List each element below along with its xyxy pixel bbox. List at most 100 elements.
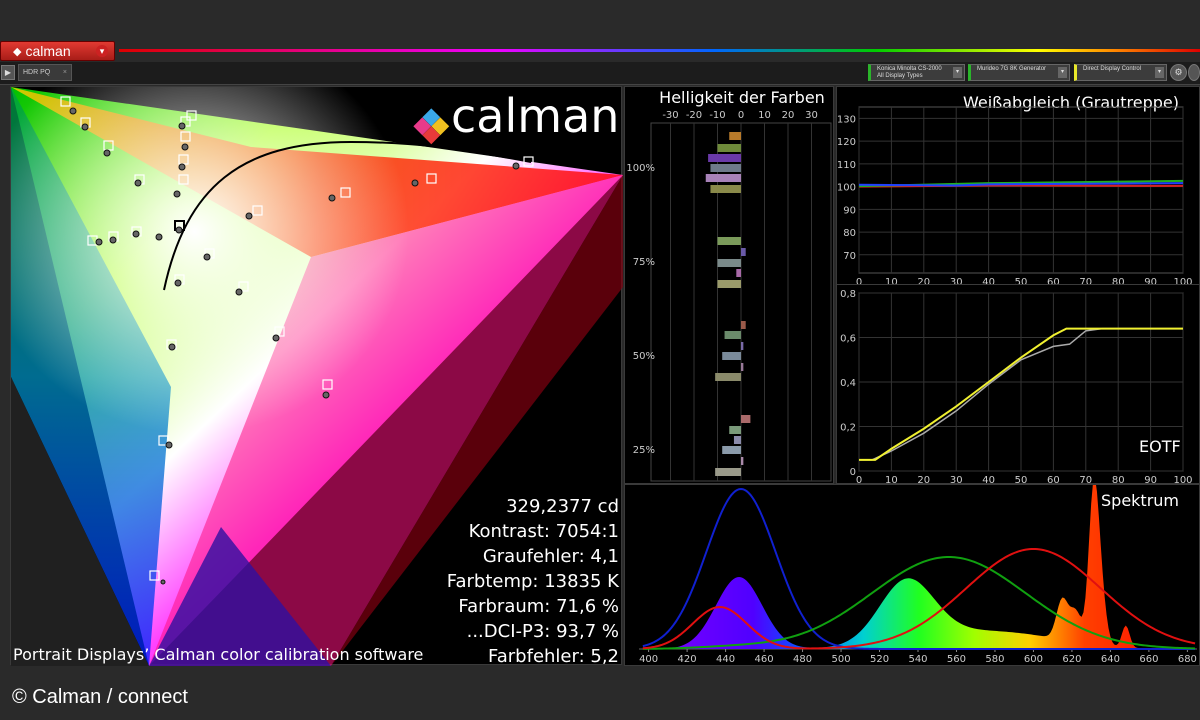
spectrum-x-tick: 580 bbox=[985, 654, 1004, 665]
y-tick-label: 0,8 bbox=[840, 289, 856, 300]
brightness-y-label: 100% bbox=[626, 163, 655, 174]
brightness-bar bbox=[717, 280, 741, 288]
stat-color-temp: Farbtemp: 13835 K bbox=[446, 571, 619, 592]
chevron-down-icon: ▾ bbox=[96, 45, 108, 57]
gear-icon[interactable]: ⚙ bbox=[1170, 64, 1187, 81]
stat-luminance: 329,2377 cd bbox=[506, 496, 619, 517]
spectrum-x-tick: 520 bbox=[870, 654, 889, 665]
brightness-x-tick: -30 bbox=[662, 110, 678, 121]
x-tick-label: 30 bbox=[950, 475, 963, 483]
device-line1: Direct Display Control bbox=[1083, 66, 1142, 72]
x-tick-label: 10 bbox=[885, 475, 898, 483]
brightness-bar bbox=[741, 342, 744, 350]
brightness-bar bbox=[715, 373, 741, 381]
top-bar bbox=[0, 0, 1200, 40]
play-icon[interactable]: ▶ bbox=[1, 65, 15, 80]
x-tick-label: 90 bbox=[1144, 475, 1157, 483]
y-tick-label: 130 bbox=[837, 114, 856, 125]
spectrum-x-tick: 640 bbox=[1101, 654, 1120, 665]
spectrum-x-tick: 460 bbox=[755, 654, 774, 665]
y-tick-label: 110 bbox=[837, 160, 856, 171]
calman-menu-button[interactable]: ◆ calman ▾ bbox=[0, 41, 115, 61]
stat-gamut: Farbraum: 71,6 % bbox=[458, 596, 619, 617]
brightness-x-tick: -20 bbox=[686, 110, 702, 121]
spectrum-x-tick: 680 bbox=[1178, 654, 1197, 665]
spectrum-panel: Spektrum 400 420 440 460 480 500 520 540 560 580 6… bbox=[624, 484, 1200, 666]
chevron-down-icon: ▾ bbox=[1058, 67, 1067, 78]
calman-diamond-icon: ◆ bbox=[13, 45, 22, 58]
device-line2: All Display Types bbox=[877, 73, 923, 79]
brightness-bar bbox=[705, 174, 741, 182]
x-tick-label: 0 bbox=[856, 475, 862, 483]
brightness-y-label: 25% bbox=[633, 445, 655, 456]
brightness-bar bbox=[717, 144, 741, 152]
x-tick-label: 80 bbox=[1112, 475, 1125, 483]
y-tick-label: 90 bbox=[843, 205, 856, 216]
spectrum-x-tick: 480 bbox=[793, 654, 812, 665]
x-tick-label: 40 bbox=[982, 475, 995, 483]
x-tick-label: 20 bbox=[917, 475, 930, 483]
chevron-down-icon: ▾ bbox=[1155, 67, 1164, 78]
measurement-stats: 329,2377 cd Kontrast: 7054:1 Graufehler:… bbox=[319, 494, 619, 669]
spectrum-x-tick: 600 bbox=[1024, 654, 1043, 665]
stat-gray-error: Graufehler: 4,1 bbox=[482, 546, 619, 567]
brightness-bar bbox=[715, 468, 741, 476]
brightness-bar bbox=[710, 185, 741, 193]
display-selector[interactable]: Direct Display Control ▾ bbox=[1074, 64, 1167, 81]
brightness-bar bbox=[722, 352, 741, 360]
brightness-x-tick: 10 bbox=[758, 110, 771, 121]
tab-label: HDR PQ bbox=[23, 69, 51, 76]
rainbow-divider bbox=[119, 49, 1200, 52]
x-tick-label: 60 bbox=[1047, 475, 1060, 483]
color-brightness-chart: -30 -20 -10 0 10 20 30 100% 75% 50% 25% bbox=[626, 110, 832, 482]
brightness-bar bbox=[722, 446, 741, 454]
cie-diagram-panel: calman 329,2377 cd Kontrast: 7054:1 Grau… bbox=[10, 86, 623, 667]
close-icon[interactable]: × bbox=[63, 69, 67, 76]
spectrum-x-tick: 400 bbox=[639, 654, 658, 665]
spectrum-x-tick: 660 bbox=[1139, 654, 1158, 665]
chevron-down-icon: ▾ bbox=[953, 67, 962, 78]
brightness-bar bbox=[736, 269, 741, 277]
spectrum-x-tick: 440 bbox=[716, 654, 735, 665]
brightness-y-label: 50% bbox=[633, 351, 655, 362]
brightness-bar bbox=[741, 248, 746, 256]
device-line1: Konica Minolta CS-2000 bbox=[877, 66, 942, 72]
footer-credit: © Calman / connect bbox=[12, 686, 188, 708]
brightness-y-label: 75% bbox=[633, 257, 655, 268]
x-tick-label: 70 bbox=[1079, 475, 1092, 483]
brightness-bar bbox=[717, 259, 741, 267]
generator-selector[interactable]: Murideo 7G 8K Generator ▾ bbox=[968, 64, 1070, 81]
x-tick-label: 50 bbox=[1015, 475, 1028, 483]
calman-brand-logo: calman bbox=[451, 89, 620, 143]
device-line1: Murideo 7G 8K Generator bbox=[977, 66, 1047, 72]
calman-logo-label: calman bbox=[25, 43, 71, 59]
y-tick-label: 0 bbox=[850, 467, 856, 478]
stat-contrast: Kontrast: 7054:1 bbox=[468, 521, 619, 542]
brightness-bar bbox=[729, 426, 741, 434]
y-tick-label: 0,6 bbox=[840, 334, 856, 345]
stat-dci-p3: ...DCI-P3: 93,7 % bbox=[466, 621, 619, 642]
spectrum-x-tick: 500 bbox=[831, 654, 850, 665]
brightness-x-tick: -10 bbox=[709, 110, 725, 121]
spectrum-x-tick: 560 bbox=[947, 654, 966, 665]
spectrum-x-tick: 620 bbox=[1062, 654, 1081, 665]
brightness-x-tick: 0 bbox=[738, 110, 744, 121]
spectrum-x-tick: 540 bbox=[908, 654, 927, 665]
brightness-x-tick: 20 bbox=[782, 110, 795, 121]
y-tick-label: 70 bbox=[843, 251, 856, 262]
y-tick-label: 0,2 bbox=[840, 423, 856, 434]
brightness-bar bbox=[741, 415, 751, 423]
cie-caption: Portrait Displays’ Calman color calibrat… bbox=[13, 645, 424, 664]
white-balance-chart: 0 10 20 30 40 50 60 70 80 90 100130120110100908070 bbox=[837, 106, 1193, 285]
y-tick-label: 80 bbox=[843, 228, 856, 239]
brightness-bar bbox=[717, 237, 741, 245]
tab-hdr-pq[interactable]: HDR PQ × bbox=[18, 64, 72, 81]
x-tick-label: 100 bbox=[1173, 475, 1192, 483]
brightness-bar bbox=[741, 363, 744, 371]
spectrum-x-tick: 420 bbox=[678, 654, 697, 665]
brightness-bar bbox=[708, 154, 741, 162]
spectrum-chart: 400 420 440 460 480 500 520 540 560 580 600 620 640 6… bbox=[639, 485, 1197, 665]
y-tick-label: 120 bbox=[837, 137, 856, 148]
settings-icon[interactable] bbox=[1188, 64, 1200, 81]
meter-selector[interactable]: Konica Minolta CS-2000 All Display Types… bbox=[868, 64, 965, 81]
